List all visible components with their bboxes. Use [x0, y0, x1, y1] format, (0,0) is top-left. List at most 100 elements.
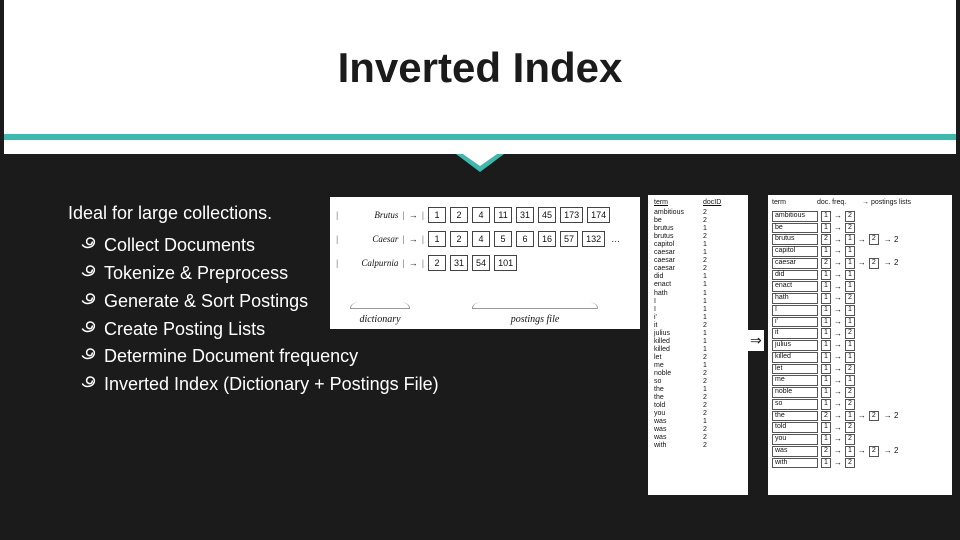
dict-ext: → 2: [884, 235, 899, 245]
dict-row: it1→2: [772, 328, 948, 339]
docid-cell: 2: [703, 442, 742, 450]
dict-ext: → 2: [884, 446, 899, 456]
posting-row: |Brutus|→|124113145173174: [336, 207, 634, 223]
docid-cell: 1: [703, 362, 742, 370]
arrow-icon: →: [834, 317, 842, 327]
arrow-icon: →: [834, 235, 842, 245]
term-cell: noble: [654, 370, 693, 378]
term-cell: be: [654, 217, 693, 225]
bullet-text: Create Posting Lists: [104, 319, 265, 339]
arrow-icon: →: [834, 293, 842, 303]
dict-freq: 2: [821, 258, 831, 269]
dict-term: did: [772, 270, 818, 281]
dict-term: noble: [772, 387, 818, 398]
dict-freq: 1: [821, 305, 831, 316]
term-cell: let: [654, 354, 693, 362]
docid-cell: 2: [703, 322, 742, 330]
arrow-icon: →: [834, 211, 842, 221]
dict-row: killed1→1: [772, 352, 948, 363]
dict-row: brutus2→1→2→ 2: [772, 234, 948, 245]
dict-freq: 1: [821, 281, 831, 292]
dict-freq: 1: [821, 270, 831, 281]
term-cell: so: [654, 378, 693, 386]
bullet-text: Determine Document frequency: [104, 346, 358, 366]
bullet-text: Inverted Index (Dictionary + Postings Fi…: [104, 374, 439, 394]
dict-freq: 1: [821, 375, 831, 386]
term-cell: me: [654, 362, 693, 370]
term-cell: hath: [654, 290, 693, 298]
arrow-icon: →: [409, 258, 418, 268]
arrow-icon: →: [834, 270, 842, 280]
dict-freq: 1: [821, 399, 831, 410]
arrow-icon: →: [409, 210, 418, 220]
arrow-icon: →: [834, 446, 842, 456]
arrow-icon: →: [834, 458, 842, 468]
term-cell: brutus: [654, 233, 693, 241]
dict-row: hath1→2: [772, 293, 948, 304]
term-cell: you: [654, 410, 693, 418]
arrow-icon: →: [834, 340, 842, 350]
slide-title: Inverted Index: [4, 44, 956, 92]
dict-term: told: [772, 422, 818, 433]
dict-term: i': [772, 317, 818, 328]
docid-cell: 2: [703, 410, 742, 418]
docid-cell: 1: [703, 241, 742, 249]
dict-freq: 1: [821, 328, 831, 339]
arrow-icon: →: [834, 387, 842, 397]
docid-cell: 2: [703, 434, 742, 442]
big-arrow-icon: ⇒: [748, 330, 764, 351]
slide: Inverted Index Ideal for large collectio…: [0, 0, 960, 540]
arrow-icon: →: [409, 234, 418, 244]
fig1-label-postings: postings file: [430, 314, 640, 325]
dict-row: I1→1: [772, 305, 948, 316]
term-cell: i': [654, 314, 693, 322]
docid-cell: 1: [703, 249, 742, 257]
bullet-text: Collect Documents: [104, 235, 255, 255]
dict-freq: 1: [821, 340, 831, 351]
docid-cell: 1: [703, 298, 742, 306]
arrow-icon: →: [834, 223, 842, 233]
arrow-icon: →: [834, 282, 842, 292]
dict-term: me: [772, 375, 818, 386]
term-cell: brutus: [654, 225, 693, 233]
docid-cell: 2: [703, 370, 742, 378]
docid-cell: 2: [703, 354, 742, 362]
docid-cell: 1: [703, 386, 742, 394]
arrow-icon: →: [834, 352, 842, 362]
term-cell: capitol: [654, 241, 693, 249]
docid-cell: 2: [703, 257, 742, 265]
docid-cell: 1: [703, 346, 742, 354]
dict-term: it: [772, 328, 818, 339]
term-cell: the: [654, 386, 693, 394]
dict-term: ambitious: [772, 211, 818, 222]
dict-row: ambitious1→2: [772, 211, 948, 222]
bullet-item: Determine Document frequency: [86, 343, 439, 371]
docid-cell: 2: [703, 402, 742, 410]
dict-term: I: [772, 305, 818, 316]
dict-term: so: [772, 399, 818, 410]
fig3-hdr-freq: doc. freq.: [817, 199, 859, 208]
docid-cell: 1: [703, 418, 742, 426]
term-cell: caesar: [654, 249, 693, 257]
term-cell: caesar: [654, 265, 693, 273]
arrow-icon: →: [834, 376, 842, 386]
term-cell: it: [654, 322, 693, 330]
docid-cell: 1: [703, 273, 742, 281]
dict-freq: 1: [821, 434, 831, 445]
dict-row: let1→2: [772, 364, 948, 375]
dict-freq: 1: [821, 246, 831, 257]
term-cell: was: [654, 426, 693, 434]
bullet-text: Generate & Sort Postings: [104, 291, 308, 311]
term-cell: killed: [654, 346, 693, 354]
term-cell: caesar: [654, 257, 693, 265]
dict-row: i'1→1: [772, 317, 948, 328]
bullet-text: Tokenize & Preprocess: [104, 263, 288, 283]
dict-row: with1→2: [772, 458, 948, 469]
dict-term: with: [772, 458, 818, 469]
docid-cell: 1: [703, 290, 742, 298]
docid-cell: 2: [703, 265, 742, 273]
dict-ext: → 2: [884, 258, 899, 268]
docid-cell: 1: [703, 225, 742, 233]
arrow-icon: →: [834, 305, 842, 315]
dict-row: capitol1→1: [772, 246, 948, 257]
